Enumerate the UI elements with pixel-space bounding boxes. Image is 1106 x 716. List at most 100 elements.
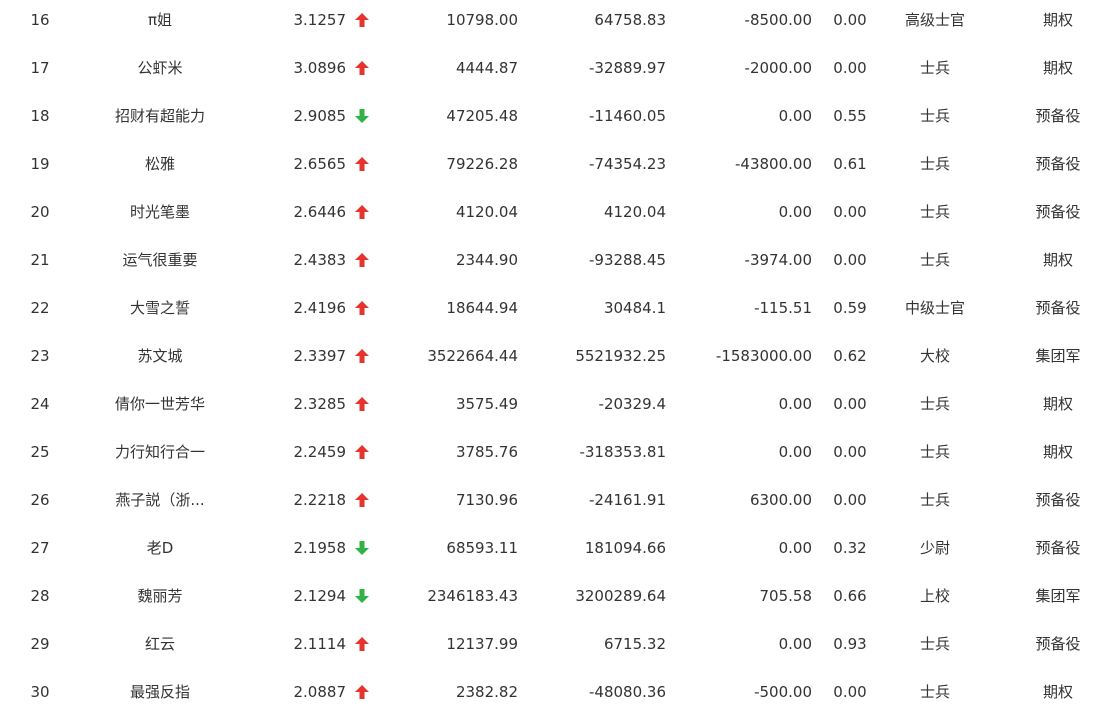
table-row[interactable]: 17 公虾米 3.0896 4444.87 -32889.97 -2000.00 0.00 士…: [0, 44, 1106, 92]
ratio-value: 0.62: [833, 347, 867, 365]
profit-value: -74354.23: [589, 155, 666, 173]
table-row[interactable]: 19 松雅 2.6565 79226.28 -74354.23 -43800.00 0.61…: [0, 140, 1106, 188]
change-value: 705.58: [759, 587, 813, 605]
ratio-value: 0.00: [833, 395, 867, 413]
account-type: 期权: [1042, 395, 1073, 413]
change-value: 0.00: [778, 395, 812, 413]
military-rank: 士兵: [919, 251, 950, 269]
account-type: 期权: [1042, 443, 1073, 461]
user-name-link[interactable]: 魏丽芳: [90, 572, 230, 620]
score-value: 2.6565: [293, 155, 347, 173]
profit-value: -318353.81: [579, 443, 666, 461]
change-value: 0.00: [778, 635, 812, 653]
table-row[interactable]: 24 倩你一世芳华 2.3285 3575.49 -20329.4 0.00 0.00 士兵 期…: [0, 380, 1106, 428]
account-type: 预备役: [1035, 155, 1081, 173]
account-type: 期权: [1042, 683, 1073, 701]
military-rank: 士兵: [919, 107, 950, 125]
profit-value: -20329.4: [598, 395, 666, 413]
profit-value: -93288.45: [589, 251, 666, 269]
arrow-up-icon: [355, 188, 371, 236]
table-row[interactable]: 18 招财有超能力 2.9085 47205.48 -11460.05 0.00 0.55 士…: [0, 92, 1106, 140]
user-name-link[interactable]: 老D: [90, 524, 230, 572]
military-rank: 士兵: [919, 155, 950, 173]
military-rank: 少尉: [919, 539, 950, 557]
change-value: -2000.00: [744, 59, 812, 77]
user-name-link[interactable]: 公虾米: [90, 44, 230, 92]
rank-number: 25: [30, 443, 50, 461]
profit-value: 4120.04: [603, 203, 666, 221]
military-rank: 士兵: [919, 635, 950, 653]
table-row[interactable]: 21 运气很重要 2.4383 2344.90 -93288.45 -3974.00 0.0…: [0, 236, 1106, 284]
arrow-up-icon: [355, 380, 371, 428]
rank-number: 22: [30, 299, 50, 317]
user-name-link[interactable]: 运气很重要: [90, 236, 230, 284]
arrow-up-icon: [355, 620, 371, 668]
score-value: 2.2218: [293, 491, 347, 509]
user-name-link[interactable]: 苏文城: [90, 332, 230, 380]
user-name-link[interactable]: 松雅: [90, 140, 230, 188]
table-row[interactable]: 30 最强反指 2.0887 2382.82 -48080.36 -500.00 0.00 士…: [0, 668, 1106, 716]
military-rank: 士兵: [919, 203, 950, 221]
user-name-link[interactable]: 最强反指: [90, 668, 230, 716]
score-value: 3.0896: [293, 59, 347, 77]
asset-value: 68593.11: [446, 539, 518, 557]
table-row[interactable]: 22 大雪之誓 2.4196 18644.94 30484.1 -115.51 0.59 中级…: [0, 284, 1106, 332]
military-rank: 高级士官: [904, 11, 965, 29]
profit-value: -11460.05: [589, 107, 666, 125]
asset-value: 2344.90: [455, 251, 518, 269]
score-value: 2.1294: [293, 587, 347, 605]
table-row[interactable]: 25 力行知行合一 2.2459 3785.76 -318353.81 0.00 0.00 士…: [0, 428, 1106, 476]
user-name-link[interactable]: 招财有超能力: [90, 92, 230, 140]
table-row[interactable]: 26 燕子説（浙... 2.2218 7130.96 -24161.91 6300.00 0…: [0, 476, 1106, 524]
user-name-link[interactable]: 红云: [90, 620, 230, 668]
rank-number: 29: [30, 635, 50, 653]
arrow-up-icon: [355, 44, 371, 92]
account-type: 预备役: [1035, 539, 1081, 557]
rank-number: 30: [30, 683, 50, 701]
military-rank: 大校: [919, 347, 950, 365]
score-value: 2.3397: [293, 347, 347, 365]
user-name-link[interactable]: π姐: [90, 0, 230, 44]
military-rank: 士兵: [919, 443, 950, 461]
arrow-up-icon: [355, 428, 371, 476]
profit-value: 181094.66: [584, 539, 666, 557]
user-name-link[interactable]: 燕子説（浙...: [90, 476, 230, 524]
change-value: 0.00: [778, 203, 812, 221]
change-value: -8500.00: [744, 11, 812, 29]
table-row[interactable]: 28 魏丽芳 2.1294 2346183.43 3200289.64 705.58 0.6…: [0, 572, 1106, 620]
profit-value: 6715.32: [603, 635, 666, 653]
table-row[interactable]: 16 π姐 3.1257 10798.00 64758.83 -8500.00 0.00 高级…: [0, 0, 1106, 44]
change-value: -1583000.00: [715, 347, 812, 365]
user-name-link[interactable]: 力行知行合一: [90, 428, 230, 476]
military-rank: 中级士官: [904, 299, 965, 317]
arrow-up-icon: [355, 0, 371, 44]
rank-number: 17: [30, 59, 50, 77]
military-rank: 士兵: [919, 491, 950, 509]
account-type: 预备役: [1035, 299, 1081, 317]
asset-value: 2382.82: [455, 683, 518, 701]
user-name-link[interactable]: 时光笔墨: [90, 188, 230, 236]
user-name-link[interactable]: 倩你一世芳华: [90, 380, 230, 428]
ratio-value: 0.59: [833, 299, 867, 317]
change-value: 0.00: [778, 107, 812, 125]
arrow-down-icon: [355, 524, 371, 572]
table-row[interactable]: 29 红云 2.1114 12137.99 6715.32 0.00 0.93 士兵 预备役: [0, 620, 1106, 668]
change-value: 0.00: [778, 443, 812, 461]
rank-number: 28: [30, 587, 50, 605]
change-value: -3974.00: [744, 251, 812, 269]
profit-value: 3200289.64: [575, 587, 666, 605]
account-type: 预备役: [1035, 635, 1081, 653]
table-row[interactable]: 27 老D 2.1958 68593.11 181094.66 0.00 0.32 少尉 预备役: [0, 524, 1106, 572]
rank-number: 16: [30, 11, 50, 29]
user-name-link[interactable]: 大雪之誓: [90, 284, 230, 332]
ratio-value: 0.61: [833, 155, 867, 173]
arrow-up-icon: [355, 284, 371, 332]
profit-value: -24161.91: [589, 491, 666, 509]
rank-number: 21: [30, 251, 50, 269]
rank-number: 20: [30, 203, 50, 221]
score-value: 2.0887: [293, 683, 347, 701]
score-value: 2.1114: [293, 635, 347, 653]
score-value: 2.3285: [293, 395, 347, 413]
table-row[interactable]: 20 时光笔墨 2.6446 4120.04 4120.04 0.00 0.00 士兵 预备役: [0, 188, 1106, 236]
table-row[interactable]: 23 苏文城 2.3397 3522664.44 5521932.25 -1583000.…: [0, 332, 1106, 380]
